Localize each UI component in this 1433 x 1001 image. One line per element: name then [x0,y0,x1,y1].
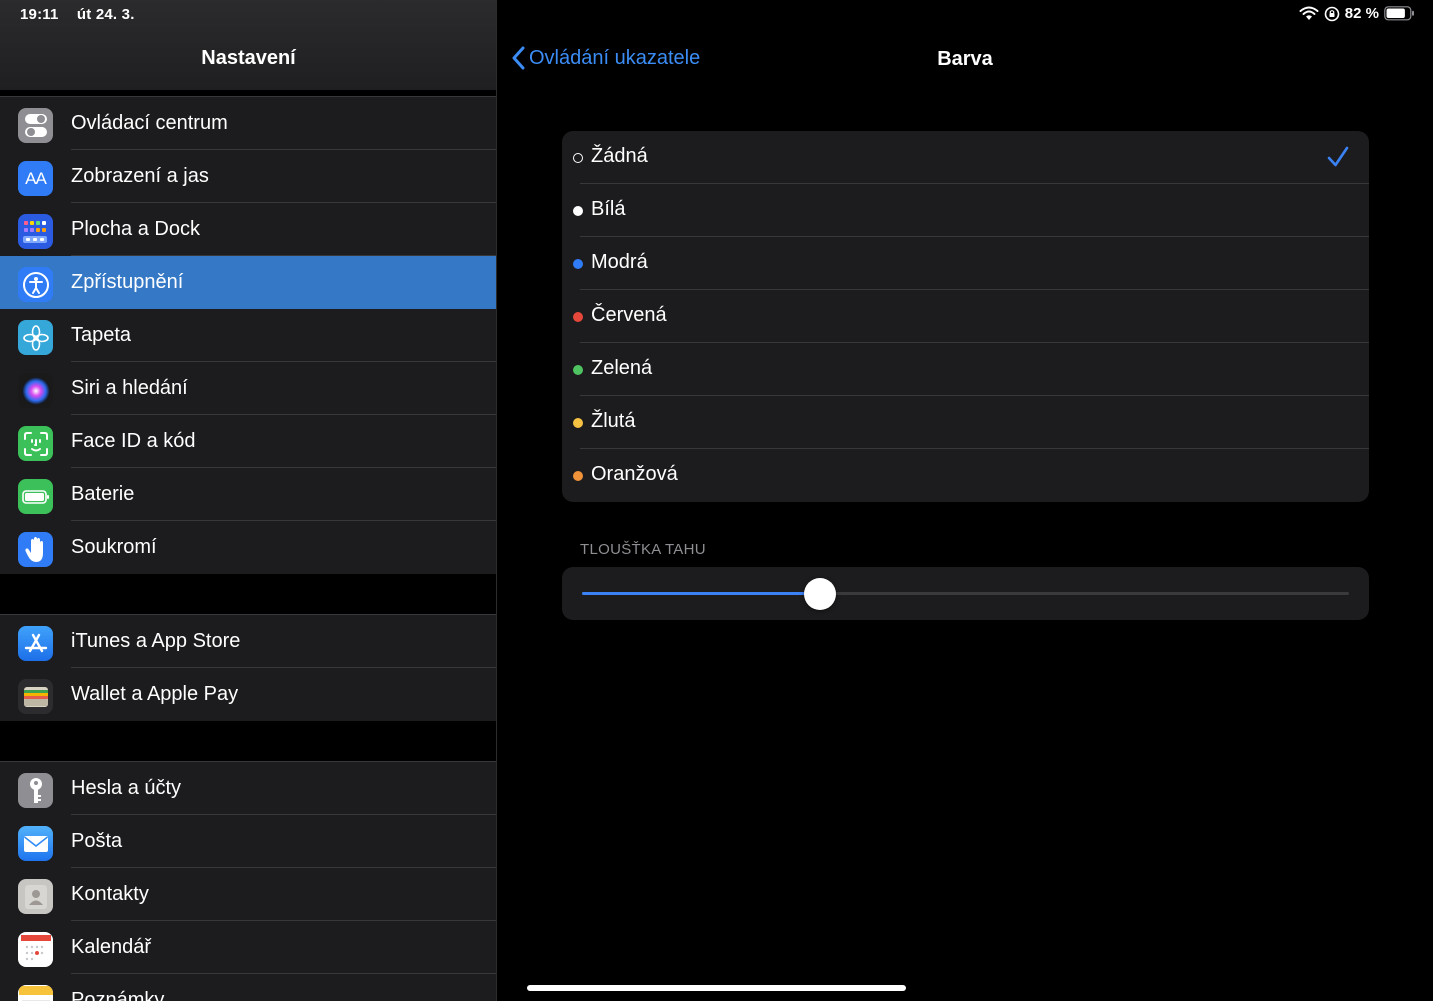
sidebar-item-mail[interactable]: Pošta [0,815,497,868]
settings-group-2: iTunes a App Store Wallet a Apple Pay [0,614,497,721]
color-swatch [573,312,583,322]
battery-percent: 82 % [1344,5,1379,22]
color-swatch [573,365,583,375]
home-indicator [527,985,906,991]
text-size-icon: AA [18,161,53,196]
sidebar-item-notes[interactable]: Poznámky [0,974,497,1001]
sidebar-item-label: Ovládací centrum [71,112,228,134]
sidebar-item-label: Kontakty [71,883,149,905]
sidebar-item-calendar[interactable]: Kalendář [0,921,497,974]
sidebar-item-battery[interactable]: Baterie [0,468,497,521]
sidebar-header: 19:11 út 24. 3. Nastavení [0,0,497,90]
color-option-blue[interactable]: Modrá [562,237,1369,290]
sidebar-item-label: Zpřístupnění [71,271,184,293]
sidebar-item-contacts[interactable]: Kontakty [0,868,497,921]
sidebar-item-app-store[interactable]: iTunes a App Store [0,615,497,668]
color-swatch [573,259,583,269]
color-swatch [573,153,583,163]
sidebar-item-label: Kalendář [71,936,152,958]
color-swatch [573,471,583,481]
sidebar-item-label: Poznámky [71,989,165,1001]
sidebar-item-control-center[interactable]: Ovládací centrum [0,97,497,150]
slider-thumb[interactable] [803,578,836,610]
settings-group-1: Ovládací centrum AA Zobrazení a jas Ploc… [0,96,497,574]
accessibility-icon [18,267,53,302]
sidebar-item-label: Tapeta [71,324,132,346]
stroke-width-header: TLOUŠŤKA TAHU [580,541,706,558]
color-option-red[interactable]: Červená [562,290,1369,343]
stroke-width-card [562,567,1369,620]
option-label: Bílá [591,198,626,220]
slider-fill [582,592,820,595]
sidebar-item-wallet[interactable]: Wallet a Apple Pay [0,668,497,721]
status-date: út 24. 3. [76,6,135,23]
calendar-icon [18,932,53,967]
hand-icon [18,532,53,567]
app-grid-icon [18,214,53,249]
contacts-icon [18,879,53,914]
siri-icon [18,373,53,408]
sidebar-title: Nastavení [201,47,296,69]
page-title: Barva [937,48,993,70]
color-option-yellow[interactable]: Žlutá [562,396,1369,449]
color-swatch [573,206,583,216]
sidebar-item-label: Siri a hledání [71,377,188,399]
sidebar-item-label: Wallet a Apple Pay [71,683,239,705]
color-option-white[interactable]: Bílá [562,184,1369,237]
mail-icon [18,826,53,861]
wifi-icon [1299,6,1319,20]
battery-icon [18,479,53,514]
status-bar-right: 82 % [1299,5,1415,22]
option-label: Oranžová [591,463,678,485]
option-label: Modrá [591,251,648,273]
option-label: Žlutá [591,410,636,432]
sidebar-item-label: Soukromí [71,536,157,558]
sidebar-item-label: Face ID a kód [71,430,196,452]
option-label: Zelená [591,357,653,379]
color-swatch [573,418,583,428]
sidebar-item-wallpaper[interactable]: Tapeta [0,309,497,362]
key-icon [18,773,53,808]
checkmark-icon [1327,146,1349,167]
orientation-lock-icon [1324,6,1340,21]
sidebar-item-display[interactable]: AA Zobrazení a jas [0,150,497,203]
sidebar-item-label: Pošta [71,830,123,852]
settings-sidebar: 19:11 út 24. 3. Nastavení Ovládací centr… [0,0,497,1001]
toggle-switches-icon [18,108,53,143]
flower-icon [18,320,53,355]
color-option-none[interactable]: Žádná [562,131,1369,184]
color-option-orange[interactable]: Oranžová [562,449,1369,502]
sidebar-item-passwords[interactable]: Hesla a účty [0,762,497,815]
stroke-width-slider[interactable] [582,578,1349,610]
settings-group-3: Hesla a účty Pošta Kontakty Kalendář Poz… [0,761,497,1001]
sidebar-item-label: Zobrazení a jas [71,165,209,187]
sidebar-item-face-id[interactable]: Face ID a kód [0,415,497,468]
notes-icon [18,985,53,1001]
detail-pane: 82 % Ovládání ukazatele Barva Žádná Bílá [497,0,1433,1001]
sidebar-item-accessibility[interactable]: Zpřístupnění [0,256,497,309]
ipad-settings-screen: 19:11 út 24. 3. Nastavení Ovládací centr… [0,0,1433,1001]
face-id-icon [18,426,53,461]
option-label: Žádná [591,145,648,167]
status-bar-left: 19:11 út 24. 3. [20,6,149,23]
color-option-green[interactable]: Zelená [562,343,1369,396]
sidebar-item-label: Baterie [71,483,135,505]
app-store-icon [18,626,53,661]
sidebar-item-home-dock[interactable]: Plocha a Dock [0,203,497,256]
sidebar-item-privacy[interactable]: Soukromí [0,521,497,574]
status-time: 19:11 [20,6,59,23]
sidebar-item-siri[interactable]: Siri a hledání [0,362,497,415]
icon-glyph: AA [25,168,47,188]
sidebar-item-label: Plocha a Dock [71,218,200,240]
sidebar-item-label: Hesla a účty [71,777,182,799]
color-options-list: Žádná Bílá Modrá Červená Zelená Žlutá Or… [562,131,1369,502]
wallet-icon [18,679,53,714]
option-label: Červená [591,304,667,326]
sidebar-item-label: iTunes a App Store [71,630,241,652]
battery-status-icon [1384,6,1414,21]
